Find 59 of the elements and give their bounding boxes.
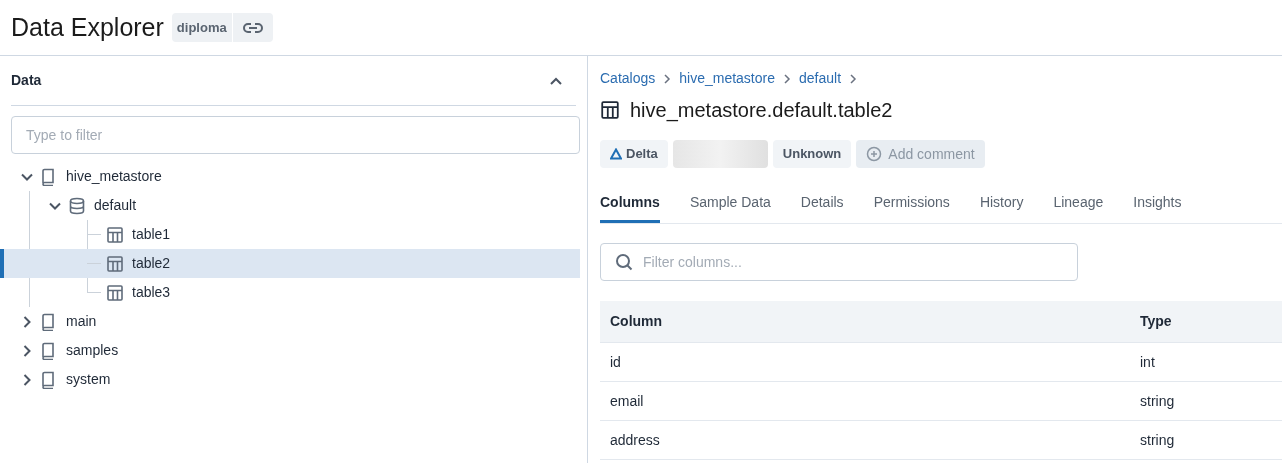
table-title: hive_metastore.default.table2 bbox=[630, 98, 893, 124]
tree-item[interactable]: system bbox=[0, 365, 580, 394]
table-cell-text: address bbox=[610, 430, 661, 450]
tree-item[interactable]: default bbox=[0, 191, 580, 220]
tree-item[interactable]: table2 bbox=[0, 249, 580, 278]
tree-label: default bbox=[94, 196, 137, 215]
workspace-badge: diploma bbox=[171, 13, 232, 42]
tab[interactable]: Sample Data bbox=[689, 192, 771, 223]
search-icon bbox=[615, 253, 633, 271]
tab[interactable]: Details bbox=[800, 192, 844, 223]
book-icon bbox=[40, 312, 56, 331]
table-icon bbox=[106, 225, 124, 244]
table-cell-text: int bbox=[1140, 352, 1155, 372]
chevron-right-icon bbox=[849, 73, 858, 84]
table-icon bbox=[106, 283, 124, 302]
format-badge: Delta bbox=[600, 140, 668, 168]
column-filter-field[interactable]: Filter columns... bbox=[600, 243, 1078, 281]
owner-badge: Unknown bbox=[772, 140, 852, 168]
column-header: Type bbox=[1140, 312, 1172, 331]
breadcrumb-link[interactable]: default bbox=[799, 68, 842, 89]
tab[interactable]: Columns bbox=[600, 192, 660, 223]
breadcrumb-link[interactable]: hive_metastore bbox=[679, 68, 775, 89]
page-title: Data Explorer bbox=[11, 11, 164, 43]
table-cell-text: email bbox=[610, 391, 645, 411]
panel-title: Data bbox=[11, 71, 42, 90]
chevron-right-icon bbox=[663, 73, 672, 84]
table-icon bbox=[106, 254, 124, 273]
tab[interactable]: Permissions bbox=[873, 192, 950, 223]
chevron-right-icon bbox=[783, 73, 791, 84]
plus-circle-icon bbox=[866, 146, 883, 162]
tree-item[interactable]: table1 bbox=[0, 220, 580, 249]
table-cell-text: string bbox=[1140, 430, 1175, 450]
link-icon bbox=[242, 21, 263, 34]
tab[interactable]: Insights bbox=[1133, 192, 1182, 223]
table-cell-text: string bbox=[1140, 391, 1175, 411]
tab[interactable]: Lineage bbox=[1053, 192, 1104, 223]
tree-item[interactable]: main bbox=[0, 307, 580, 336]
book-icon bbox=[40, 370, 56, 389]
tree-item[interactable]: samples bbox=[0, 336, 580, 365]
tree-label: system bbox=[66, 370, 111, 389]
book-icon bbox=[40, 341, 56, 360]
table-cell-text: id bbox=[610, 352, 622, 372]
link-button[interactable] bbox=[232, 13, 273, 42]
filter-field[interactable]: Type to filter bbox=[11, 116, 580, 154]
tree-label: table1 bbox=[132, 225, 171, 244]
book-icon bbox=[40, 167, 56, 186]
column-header: Column bbox=[610, 312, 664, 331]
database-icon bbox=[68, 196, 86, 215]
tree-label: table2 bbox=[132, 254, 171, 273]
tab[interactable]: History bbox=[979, 192, 1024, 223]
breadcrumb-link[interactable]: Catalogs bbox=[600, 68, 656, 89]
tree-item[interactable]: table3 bbox=[0, 278, 580, 307]
triangle-icon bbox=[610, 148, 622, 160]
tree-label: main bbox=[66, 312, 97, 331]
tree-label: samples bbox=[66, 341, 119, 360]
tree-label: table3 bbox=[132, 283, 171, 302]
table-icon bbox=[600, 100, 620, 120]
tree-item[interactable]: hive_metastore bbox=[0, 162, 580, 191]
tree-label: hive_metastore bbox=[66, 167, 162, 186]
